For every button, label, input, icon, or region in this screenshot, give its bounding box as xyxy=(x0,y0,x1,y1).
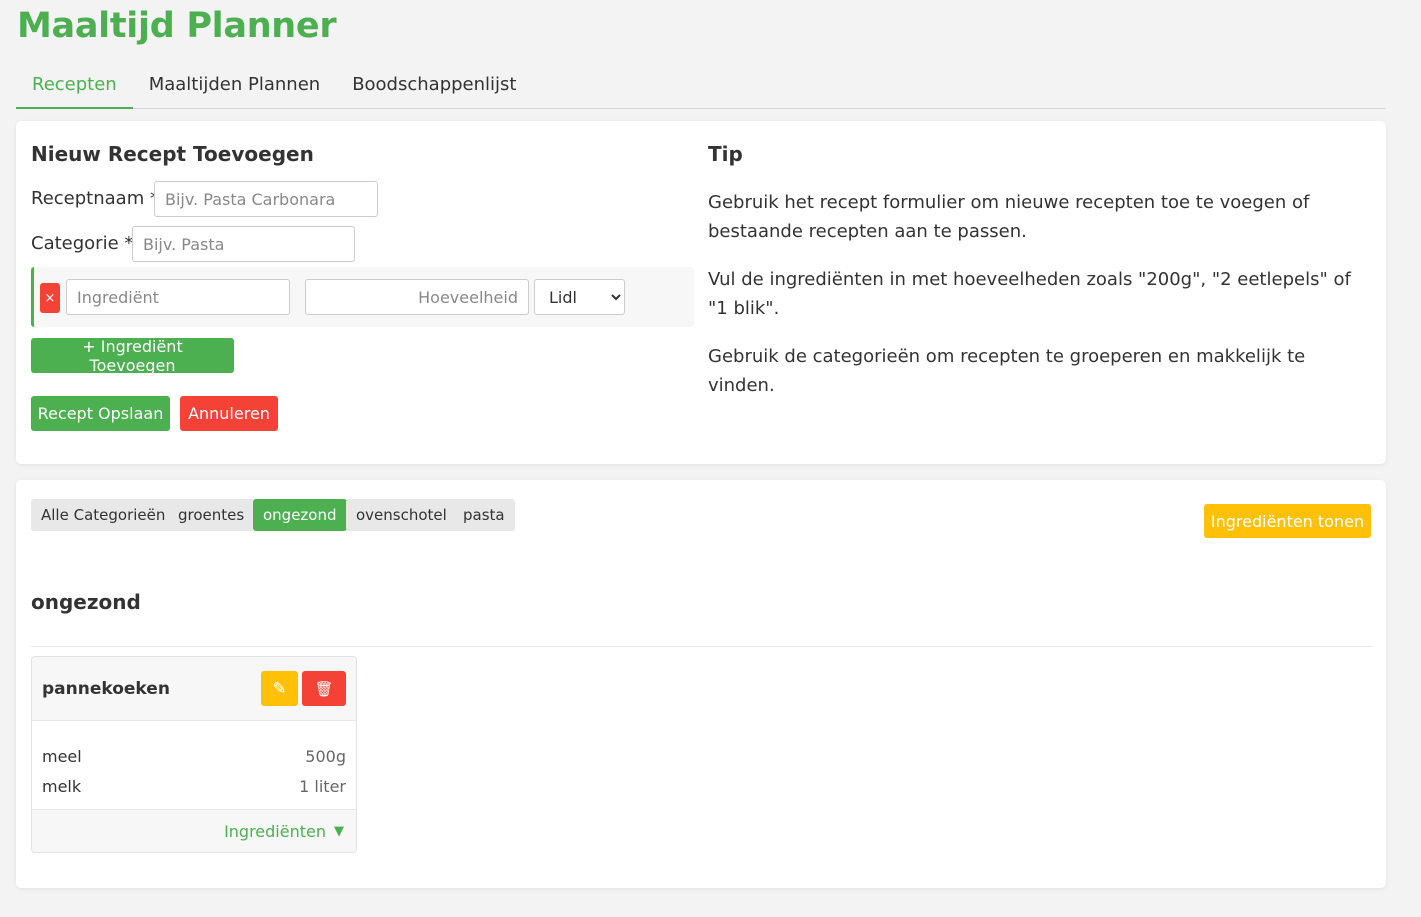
trash-icon: 🗑 xyxy=(314,679,334,698)
recipe-form-card: Nieuw Recept Toevoegen Receptnaam * Cate… xyxy=(16,121,1386,464)
add-ingredient-button[interactable]: + Ingrediënt Toevoegen xyxy=(31,337,234,375)
tip-paragraph-2: Vul de ingrediënten in met hoeveelheden … xyxy=(708,269,1351,319)
ingredient-name: melk xyxy=(42,777,82,796)
category-section-title: ongezond xyxy=(31,590,141,614)
ingredient-name: meel xyxy=(42,747,82,766)
main-tabs: Recepten Maaltijden Plannen Boodschappen… xyxy=(16,64,1386,109)
filter-chip-groentes[interactable]: groentes xyxy=(168,499,255,531)
recipe-name-input[interactable] xyxy=(154,181,378,217)
ingredient-quantity-input[interactable] xyxy=(305,279,529,315)
recipe-name-label: Receptnaam * xyxy=(31,188,159,209)
category-label: Categorie * xyxy=(31,233,134,254)
pencil-icon: ✎ xyxy=(272,678,287,699)
store-select[interactable]: Lidl xyxy=(534,279,625,315)
ingredient-line: meel 500g xyxy=(42,747,346,766)
recipe-name: pannekoeken xyxy=(42,679,170,699)
tab-boodschappenlijst[interactable]: Boodschappenlijst xyxy=(336,64,532,109)
app-title: Maaltijd Planner xyxy=(17,6,337,46)
ingredients-toggle[interactable]: Ingrediënten ▼ xyxy=(32,809,356,852)
ingredient-name-input[interactable] xyxy=(66,279,290,315)
ingredient-quantity: 500g xyxy=(305,747,346,766)
ingredients-toggle-label: Ingrediënten xyxy=(224,821,326,841)
tip-paragraph-3: Gebruik de categorieën om recepten te gr… xyxy=(708,346,1306,396)
remove-ingredient-button[interactable]: × xyxy=(40,283,60,313)
recipe-card: pannekoeken ✎ 🗑 meel 500g melk 1 liter I… xyxy=(31,656,357,853)
chevron-down-icon: ▼ xyxy=(334,823,344,839)
recipe-list-card: Alle Categorieën groentes ongezond ovens… xyxy=(16,480,1386,888)
filter-chip-ovenschotel[interactable]: ovenschotel xyxy=(346,499,457,531)
filter-chip-ongezond[interactable]: ongezond xyxy=(253,499,347,531)
category-input[interactable] xyxy=(132,226,355,262)
filter-chip-pasta[interactable]: pasta xyxy=(453,499,515,531)
edit-recipe-button[interactable]: ✎ xyxy=(261,671,298,706)
filter-chip-all[interactable]: Alle Categorieën xyxy=(31,499,176,531)
save-recipe-button[interactable]: Recept Opslaan xyxy=(31,396,170,431)
delete-recipe-button[interactable]: 🗑 xyxy=(302,671,346,706)
tip-title: Tip xyxy=(708,142,743,166)
ingredient-line: melk 1 liter xyxy=(42,777,346,796)
section-divider xyxy=(31,646,1371,647)
tab-maaltijden-plannen[interactable]: Maaltijden Plannen xyxy=(133,64,336,109)
ingredient-quantity: 1 liter xyxy=(299,777,346,796)
form-title: Nieuw Recept Toevoegen xyxy=(31,142,314,166)
toggle-ingredients-button[interactable]: Ingrediënten tonen xyxy=(1204,504,1371,538)
tab-recepten[interactable]: Recepten xyxy=(16,64,133,109)
ingredient-row: × Lidl xyxy=(31,267,694,327)
cancel-button[interactable]: Annuleren xyxy=(180,396,278,431)
tip-paragraph-1: Gebruik het recept formulier om nieuwe r… xyxy=(708,192,1310,242)
recipe-card-header: pannekoeken ✎ 🗑 xyxy=(32,657,356,721)
